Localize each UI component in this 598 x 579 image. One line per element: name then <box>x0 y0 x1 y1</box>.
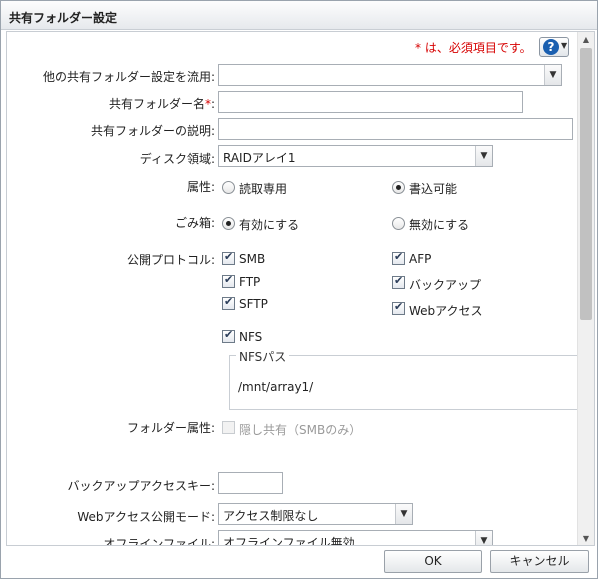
checkbox-afp[interactable] <box>392 250 405 265</box>
nfs-path-value: /mnt/array1/ <box>238 380 314 394</box>
radio-writable[interactable] <box>392 181 405 194</box>
checkbox-nfs[interactable] <box>222 328 235 343</box>
checkbox-hidden-share[interactable] <box>222 421 235 434</box>
trash-enable-label[interactable]: 有効にする <box>239 216 299 233</box>
folder-description-label: 共有フォルダーの説明: <box>90 124 215 138</box>
backup-key-label: バックアップアクセスキー: <box>67 479 215 493</box>
copy-from-label: 他の共有フォルダー設定を流用: <box>42 70 215 84</box>
chevron-down-icon: ▼ <box>475 531 492 545</box>
writable-label[interactable]: 書込可能 <box>409 180 457 197</box>
nfs-label[interactable]: NFS <box>239 330 262 344</box>
backup-label[interactable]: バックアップ <box>409 276 481 293</box>
checkbox-ftp[interactable] <box>222 273 235 288</box>
smb-label[interactable]: SMB <box>239 252 265 266</box>
disk-area-value: RAIDアレイ1 <box>223 151 296 165</box>
trash-label: ごみ箱: <box>174 216 215 230</box>
offline-files-select[interactable]: オフラインファイル無効 ▼ <box>218 530 493 546</box>
checkbox-sftp[interactable] <box>222 295 235 310</box>
copy-from-select[interactable]: ▼ <box>218 64 562 86</box>
web-access-mode-label: Webアクセス公開モード: <box>77 510 215 524</box>
ok-button[interactable]: OK <box>384 550 482 573</box>
web-access-mode-select[interactable]: アクセス制限なし ▼ <box>218 503 413 525</box>
dialog-title: 共有フォルダー設定 <box>9 11 118 25</box>
nfs-path-legend: NFSパス <box>236 348 290 365</box>
trash-disable-label[interactable]: 無効にする <box>409 216 469 233</box>
chevron-down-icon: ▼ <box>395 504 412 524</box>
read-only-label[interactable]: 読取専用 <box>239 180 287 197</box>
checkbox-backup[interactable] <box>392 274 405 289</box>
radio-read-only[interactable] <box>222 181 235 194</box>
help-button[interactable]: ? ▼ <box>539 37 569 57</box>
radio-trash-disable[interactable] <box>392 217 405 230</box>
chevron-down-icon: ▼ <box>475 146 492 166</box>
disk-area-select[interactable]: RAIDアレイ1 ▼ <box>218 145 493 167</box>
offline-files-label: オフラインファイル: <box>103 537 215 546</box>
disk-area-label: ディスク領域: <box>139 152 215 166</box>
chevron-down-icon: ▼ <box>544 65 561 85</box>
folder-name-input[interactable] <box>218 91 523 113</box>
afp-label[interactable]: AFP <box>409 252 431 266</box>
offline-files-value: オフラインファイル無効 <box>223 536 355 546</box>
folder-attribute-label: フォルダー属性: <box>126 421 215 435</box>
shared-folder-settings-dialog: 共有フォルダー設定 * は、必須項目です。 ? ▼ 他の共有フォルダー設定を流用… <box>0 0 598 579</box>
vertical-scrollbar[interactable]: ▲ ▼ <box>577 32 594 545</box>
radio-trash-enable[interactable] <box>222 217 235 230</box>
scrollbar-thumb[interactable] <box>580 48 592 320</box>
chevron-down-icon: ▼ <box>561 41 568 50</box>
protocols-label: 公開プロトコル: <box>126 253 215 267</box>
web-access-label[interactable]: Webアクセス <box>409 302 483 319</box>
backup-key-input[interactable] <box>218 472 283 494</box>
checkbox-smb[interactable] <box>222 250 235 265</box>
hidden-share-label: 隠し共有（SMBのみ） <box>239 423 362 437</box>
checkbox-web-access[interactable] <box>392 300 405 315</box>
cancel-button[interactable]: キャンセル <box>490 550 589 573</box>
question-icon: ? <box>543 39 559 55</box>
sftp-label[interactable]: SFTP <box>239 297 268 311</box>
scroll-up-icon[interactable]: ▲ <box>578 32 594 48</box>
folder-name-label: 共有フォルダー名*: <box>108 97 215 111</box>
required-note: * は、必須項目です。 <box>415 41 532 55</box>
ftp-label[interactable]: FTP <box>239 275 260 289</box>
dialog-titlebar[interactable]: 共有フォルダー設定 <box>1 1 597 30</box>
folder-description-input[interactable] <box>218 118 573 140</box>
scroll-down-icon[interactable]: ▼ <box>578 531 594 545</box>
form-panel: * は、必須項目です。 ? ▼ 他の共有フォルダー設定を流用: ▼ 共有フォルダ… <box>6 31 595 546</box>
web-access-mode-value: アクセス制限なし <box>223 509 319 523</box>
attribute-label: 属性: <box>186 180 215 194</box>
